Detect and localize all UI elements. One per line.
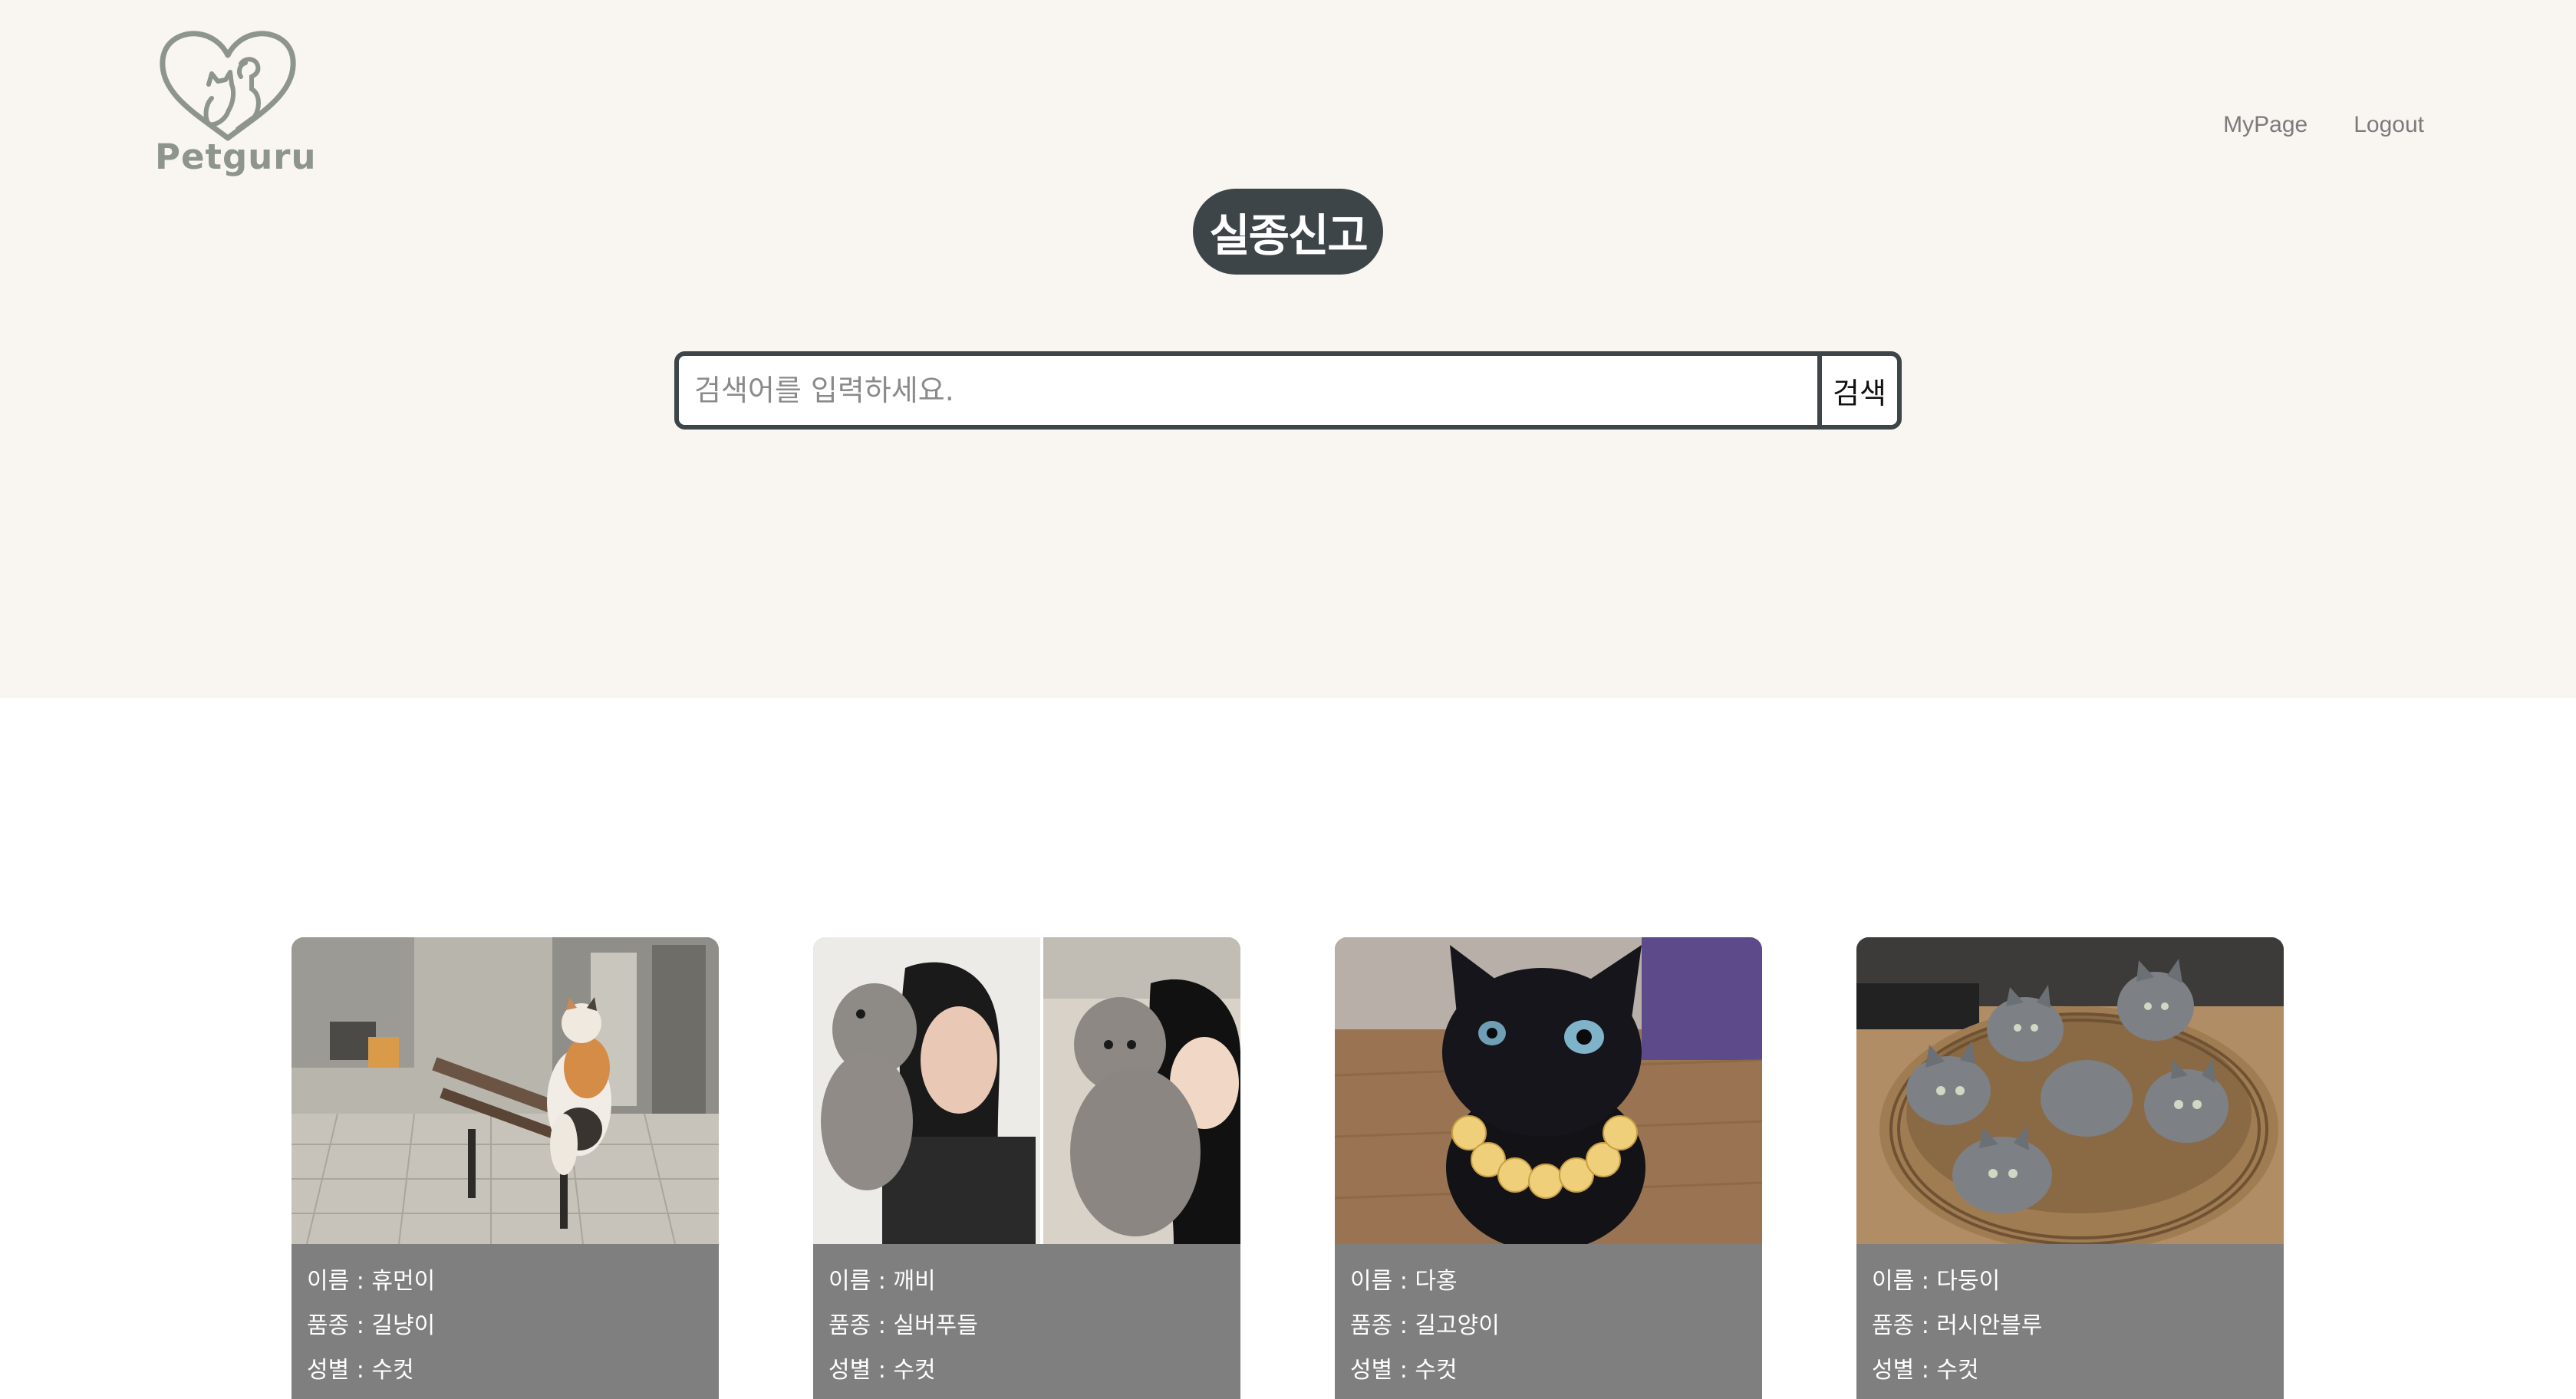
logout-link[interactable]: Logout [2354,112,2424,138]
pet-name-row: 이름 : 깨비 [828,1259,1225,1304]
pet-card[interactable]: 이름 : 휴먼이 품종 : 길냥이 성별 : 수컷 [292,937,719,1399]
pet-sex-label: 성별 [307,1357,350,1384]
pet-name-row: 이름 : 다홍 [1350,1259,1747,1304]
pet-sex-row: 성별 : 수컷 [1872,1348,2268,1393]
pet-breed: 길냥이 [371,1312,436,1339]
pet-name: 다둥이 [1936,1268,2001,1295]
pet-breed-label: 품종 [1350,1312,1393,1339]
search-button[interactable]: 검색 [1817,356,1897,425]
heart-pet-logo-icon [160,31,296,141]
pet-breed-label: 품종 [1872,1312,1915,1339]
poodle-photo-icon [813,937,1240,1244]
pet-breed: 러시안블루 [1936,1312,2043,1339]
pet-name: 다홍 [1415,1268,1458,1295]
search-input[interactable] [679,356,1817,425]
logo-text: Petguru [155,137,317,177]
pet-photo [813,937,1240,1244]
pet-sex-row: 성별 : 수컷 [1350,1348,1747,1393]
pet-name: 휴먼이 [371,1268,436,1295]
pet-info: 이름 : 깨비 품종 : 실버푸들 성별 : 수컷 [813,1244,1240,1393]
mypage-link[interactable]: MyPage [2223,112,2308,138]
pet-sex-label: 성별 [1350,1357,1393,1384]
calico-cat-photo-icon [292,937,719,1244]
pet-name-label: 이름 [1872,1268,1915,1295]
pet-info: 이름 : 다둥이 품종 : 러시안블루 성별 : 수컷 [1856,1244,2284,1393]
pet-breed-row: 품종 : 길고양이 [1350,1304,1747,1348]
pet-breed-row: 품종 : 실버푸들 [828,1304,1225,1348]
petguru-logo[interactable]: Petguru [150,29,317,183]
page-title: 실종신고 [1193,189,1383,275]
pet-breed: 길고양이 [1415,1312,1500,1339]
hero-section: Petguru MyPage Logout 실종신고 검색 [0,0,2576,698]
top-nav: MyPage Logout [2223,112,2424,138]
black-cat-photo-icon [1335,937,1762,1244]
pet-sex-label: 성별 [828,1357,871,1384]
pet-info: 이름 : 휴먼이 품종 : 길냥이 성별 : 수컷 [292,1244,719,1393]
pet-sex-label: 성별 [1872,1357,1915,1384]
pet-sex-row: 성별 : 수컷 [828,1348,1225,1393]
page: Petguru MyPage Logout 실종신고 검색어를 입력하세요. 검… [0,0,2576,1399]
pet-breed-label: 품종 [307,1312,350,1339]
search-bar: 검색 [674,351,1902,430]
pet-name-row: 이름 : 다둥이 [1872,1259,2268,1304]
pet-info: 이름 : 다홍 품종 : 길고양이 성별 : 수컷 [1335,1244,1762,1393]
pet-card[interactable]: 이름 : 다둥이 품종 : 러시안블루 성별 : 수컷 [1856,937,2284,1399]
kittens-basket-photo-icon [1856,937,2284,1244]
pet-name-label: 이름 [307,1268,350,1295]
pet-breed: 실버푸들 [893,1312,978,1339]
pet-name: 깨비 [893,1268,936,1295]
pet-photo [292,937,719,1244]
pet-sex: 수컷 [371,1357,414,1384]
pet-breed-row: 품종 : 러시안블루 [1872,1304,2268,1348]
pet-name-row: 이름 : 휴먼이 [307,1259,703,1304]
pet-sex: 수컷 [1415,1357,1458,1384]
pet-photo [1856,937,2284,1244]
pet-sex: 수컷 [893,1357,936,1384]
pet-sex-row: 성별 : 수컷 [307,1348,703,1393]
pet-name-label: 이름 [828,1268,871,1295]
pet-name-label: 이름 [1350,1268,1393,1295]
pet-photo [1335,937,1762,1244]
pet-card[interactable]: 이름 : 다홍 품종 : 길고양이 성별 : 수컷 [1335,937,1762,1399]
pet-breed-label: 품종 [828,1312,871,1339]
pet-sex: 수컷 [1936,1357,1979,1384]
missing-pet-list: 이름 : 휴먼이 품종 : 길냥이 성별 : 수컷 이름: 깨비 품종: 실… [292,937,2284,1399]
pet-card[interactable]: 이름 : 깨비 품종 : 실버푸들 성별 : 수컷 [813,937,1240,1399]
pet-breed-row: 품종 : 길냥이 [307,1304,703,1348]
